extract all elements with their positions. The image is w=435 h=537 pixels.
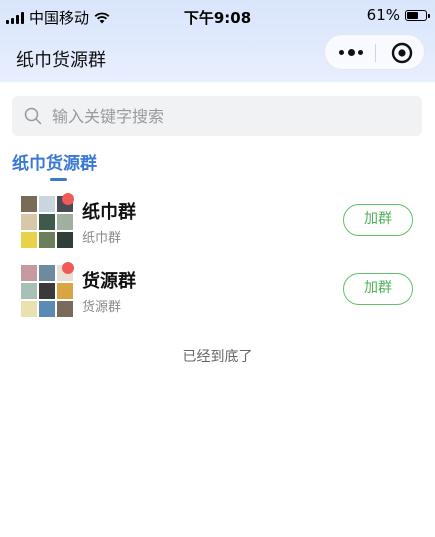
- avatar-tile: [57, 283, 73, 299]
- list-item[interactable]: 纸巾群 纸巾群 加群: [0, 193, 435, 254]
- search-input[interactable]: [50, 105, 394, 127]
- search-icon: [24, 107, 42, 125]
- avatar-tile: [57, 214, 73, 230]
- avatar-tile: [39, 196, 55, 212]
- battery-percent: 61%: [366, 6, 400, 24]
- avatar-tile: [21, 265, 37, 281]
- group-avatar: [21, 262, 74, 317]
- avatar-tile: [21, 283, 37, 299]
- group-subtitle: 纸巾群: [82, 231, 122, 246]
- group-name: 纸巾群: [82, 202, 136, 223]
- battery-fill: [407, 11, 418, 19]
- avatar-tile: [39, 283, 55, 299]
- end-of-list-text: 已经到底了: [182, 349, 253, 365]
- avatar-tile: [39, 265, 55, 281]
- mini-program-capsule: [324, 34, 425, 70]
- avatar-tile: [21, 196, 37, 212]
- group-subtitle: 货源群: [82, 300, 122, 315]
- group-name: 货源群: [82, 271, 136, 292]
- status-bar: 中国移动 下午9:08 61%: [0, 0, 435, 30]
- avatar-tile: [21, 232, 37, 248]
- avatar-tile: [21, 301, 37, 317]
- top-bar: 中国移动 下午9:08 61% 纸巾货源群: [0, 0, 435, 82]
- join-group-button[interactable]: 加群: [343, 204, 413, 236]
- close-target-icon[interactable]: [391, 42, 413, 64]
- unread-dot: [62, 193, 74, 205]
- join-group-button[interactable]: 加群: [343, 273, 413, 305]
- tab-paper-towel-groups[interactable]: 纸巾货源群: [12, 149, 97, 174]
- capsule-divider: [375, 44, 376, 62]
- avatar-tile: [21, 214, 37, 230]
- page-title: 纸巾货源群: [16, 50, 106, 71]
- more-dots-icon[interactable]: [339, 45, 363, 59]
- search-bar[interactable]: [12, 96, 422, 136]
- group-avatar: [21, 193, 74, 248]
- avatar-tile: [57, 232, 73, 248]
- avatar-tile: [39, 232, 55, 248]
- avatar-tile: [39, 214, 55, 230]
- unread-dot: [62, 262, 74, 274]
- tab-active-indicator: [50, 178, 67, 181]
- avatar-tile: [57, 301, 73, 317]
- list-item[interactable]: 货源群 货源群 加群: [0, 262, 435, 323]
- avatar-tile: [39, 301, 55, 317]
- battery-icon: [405, 9, 430, 21]
